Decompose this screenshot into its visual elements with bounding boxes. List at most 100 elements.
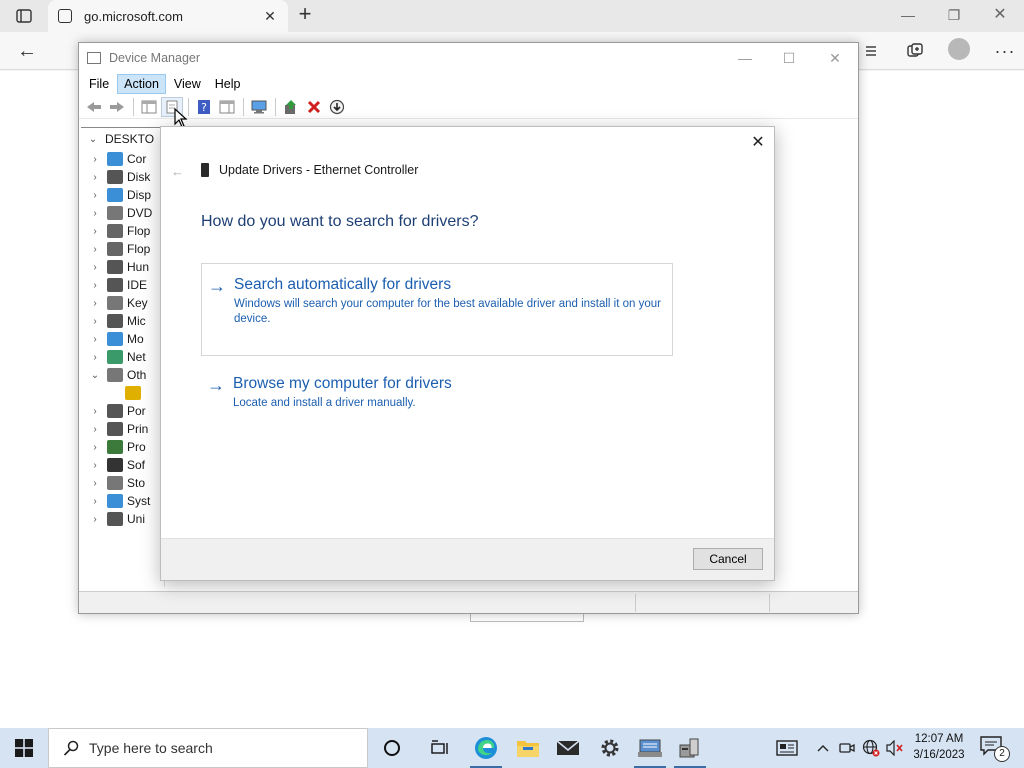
chevron-up-icon[interactable] — [814, 728, 832, 768]
browse-computer-option[interactable]: → Browse my computer for drivers Locate … — [201, 375, 673, 419]
chevron-right-icon[interactable]: › — [89, 316, 101, 327]
device-category-icon — [107, 368, 123, 382]
tree-item[interactable]: › Flop — [89, 222, 150, 240]
tree-item[interactable]: ⌄ Oth — [89, 366, 146, 384]
dialog-close-button[interactable]: ✕ — [750, 135, 766, 151]
chevron-right-icon[interactable]: › — [89, 226, 101, 237]
show-hide-console-tree-icon[interactable] — [138, 97, 160, 117]
forward-arrow-icon[interactable] — [106, 97, 128, 117]
volume-muted-icon[interactable] — [884, 728, 906, 768]
news-widget-icon[interactable] — [772, 728, 802, 768]
dm-minimize-button[interactable]: — — [725, 47, 765, 69]
tree-item[interactable]: › Key — [89, 294, 148, 312]
chevron-right-icon[interactable]: › — [89, 190, 101, 201]
tree-item[interactable]: › DVD — [89, 204, 152, 222]
tree-item[interactable]: › Syst — [89, 492, 150, 510]
more-menu-icon[interactable]: ··· — [990, 38, 1020, 64]
edge-icon[interactable] — [466, 728, 506, 768]
keyboard-app-icon[interactable] — [630, 728, 670, 768]
chevron-right-icon[interactable]: › — [89, 208, 101, 219]
meet-now-icon[interactable] — [838, 728, 856, 768]
chevron-right-icon[interactable]: › — [89, 406, 101, 417]
chevron-right-icon[interactable]: › — [89, 478, 101, 489]
tree-item[interactable]: › Sof — [89, 456, 145, 474]
chevron-right-icon[interactable]: › — [89, 298, 101, 309]
chevron-right-icon[interactable]: › — [89, 514, 101, 525]
tree-item[interactable]: › Pro — [89, 438, 146, 456]
chevron-right-icon[interactable]: › — [89, 280, 101, 291]
network-globe-icon[interactable] — [860, 728, 882, 768]
settings-gear-icon[interactable] — [590, 728, 630, 768]
back-button[interactable]: ← — [14, 38, 40, 64]
chevron-right-icon[interactable]: › — [89, 352, 101, 363]
profile-avatar[interactable] — [948, 38, 970, 60]
action-pane-icon[interactable] — [216, 97, 238, 117]
chevron-right-icon[interactable]: › — [89, 244, 101, 255]
chevron-right-icon[interactable]: › — [89, 334, 101, 345]
tree-item[interactable]: › Prin — [89, 420, 148, 438]
taskbar: Type here to search 12:07 AM 3/16/2023 2 — [0, 728, 1024, 768]
menu-file[interactable]: File — [83, 75, 115, 93]
tree-item[interactable]: › Sto — [89, 474, 145, 492]
ethernet-controller-icon — [201, 163, 209, 177]
tree-item[interactable]: › Net — [89, 348, 146, 366]
cancel-button[interactable]: Cancel — [693, 548, 763, 570]
menu-help[interactable]: Help — [209, 75, 247, 93]
device-manager-taskbar-icon[interactable] — [670, 728, 710, 768]
tree-root-computer[interactable]: ⌄ DESKTO — [87, 132, 154, 146]
chevron-down-icon[interactable]: ⌄ — [89, 370, 101, 381]
notification-center-icon[interactable]: 2 — [980, 736, 1010, 762]
browser-maximize-button[interactable]: ❐ — [940, 4, 968, 26]
device-tree: ⌄ DESKTO › Cor › Disk › Disp › DVD › Flop › Flop › Hu… — [81, 127, 165, 587]
tree-item[interactable] — [107, 384, 145, 402]
taskbar-search-box[interactable]: Type here to search — [48, 728, 368, 768]
tree-item[interactable]: › Flop — [89, 240, 150, 258]
mail-icon[interactable] — [548, 728, 588, 768]
menu-view[interactable]: View — [168, 75, 207, 93]
tree-item[interactable]: › Uni — [89, 510, 145, 528]
tab-actions-icon[interactable] — [8, 6, 40, 26]
tree-item[interactable]: › IDE — [89, 276, 147, 294]
uninstall-device-icon[interactable] — [303, 97, 325, 117]
task-view-icon[interactable] — [420, 728, 460, 768]
back-arrow-icon[interactable] — [83, 97, 105, 117]
dialog-back-button[interactable]: ← — [171, 165, 185, 179]
help-icon[interactable]: ? — [193, 97, 215, 117]
tree-item[interactable]: › Disp — [89, 186, 151, 204]
menu-action[interactable]: Action — [117, 74, 166, 94]
system-clock[interactable]: 12:07 AM 3/16/2023 — [906, 731, 972, 763]
chevron-right-icon[interactable]: › — [89, 424, 101, 435]
disable-device-icon[interactable] — [326, 97, 348, 117]
tree-item[interactable]: › Por — [89, 402, 146, 420]
device-category-icon — [107, 224, 123, 238]
device-category-icon — [107, 476, 123, 490]
chevron-right-icon[interactable]: › — [89, 154, 101, 165]
chevron-right-icon[interactable]: › — [89, 172, 101, 183]
chevron-right-icon[interactable]: › — [89, 262, 101, 273]
search-automatically-option[interactable]: → Search automatically for drivers Windo… — [201, 263, 673, 356]
browser-tab[interactable]: go.microsoft.com ✕ — [48, 0, 288, 32]
collections-icon[interactable] — [900, 38, 930, 64]
dm-maximize-button[interactable]: ☐ — [769, 47, 809, 69]
tree-item[interactable]: › Mic — [89, 312, 146, 330]
chevron-right-icon[interactable]: › — [89, 496, 101, 507]
browser-minimize-button[interactable]: — — [894, 4, 922, 26]
browser-close-button[interactable]: ✕ — [986, 4, 1014, 26]
scan-hardware-icon[interactable] — [248, 97, 270, 117]
tab-close-icon[interactable]: ✕ — [262, 8, 278, 25]
dm-close-button[interactable]: ✕ — [815, 47, 855, 69]
file-explorer-icon[interactable] — [508, 728, 548, 768]
chevron-right-icon[interactable]: › — [89, 460, 101, 471]
tree-item[interactable]: › Disk — [89, 168, 150, 186]
update-driver-icon[interactable] — [280, 97, 302, 117]
chevron-right-icon[interactable]: › — [89, 442, 101, 453]
tree-item[interactable]: › Hun — [89, 258, 149, 276]
chevron-down-icon[interactable]: ⌄ — [87, 134, 99, 145]
tree-item[interactable]: › Mo — [89, 330, 144, 348]
new-tab-button[interactable]: + — [294, 3, 316, 26]
start-button[interactable] — [0, 728, 48, 768]
tree-item-label: Por — [127, 404, 146, 418]
tree-item[interactable]: › Cor — [89, 150, 146, 168]
cortana-icon[interactable] — [372, 728, 412, 768]
favorites-icon[interactable] — [856, 38, 886, 64]
